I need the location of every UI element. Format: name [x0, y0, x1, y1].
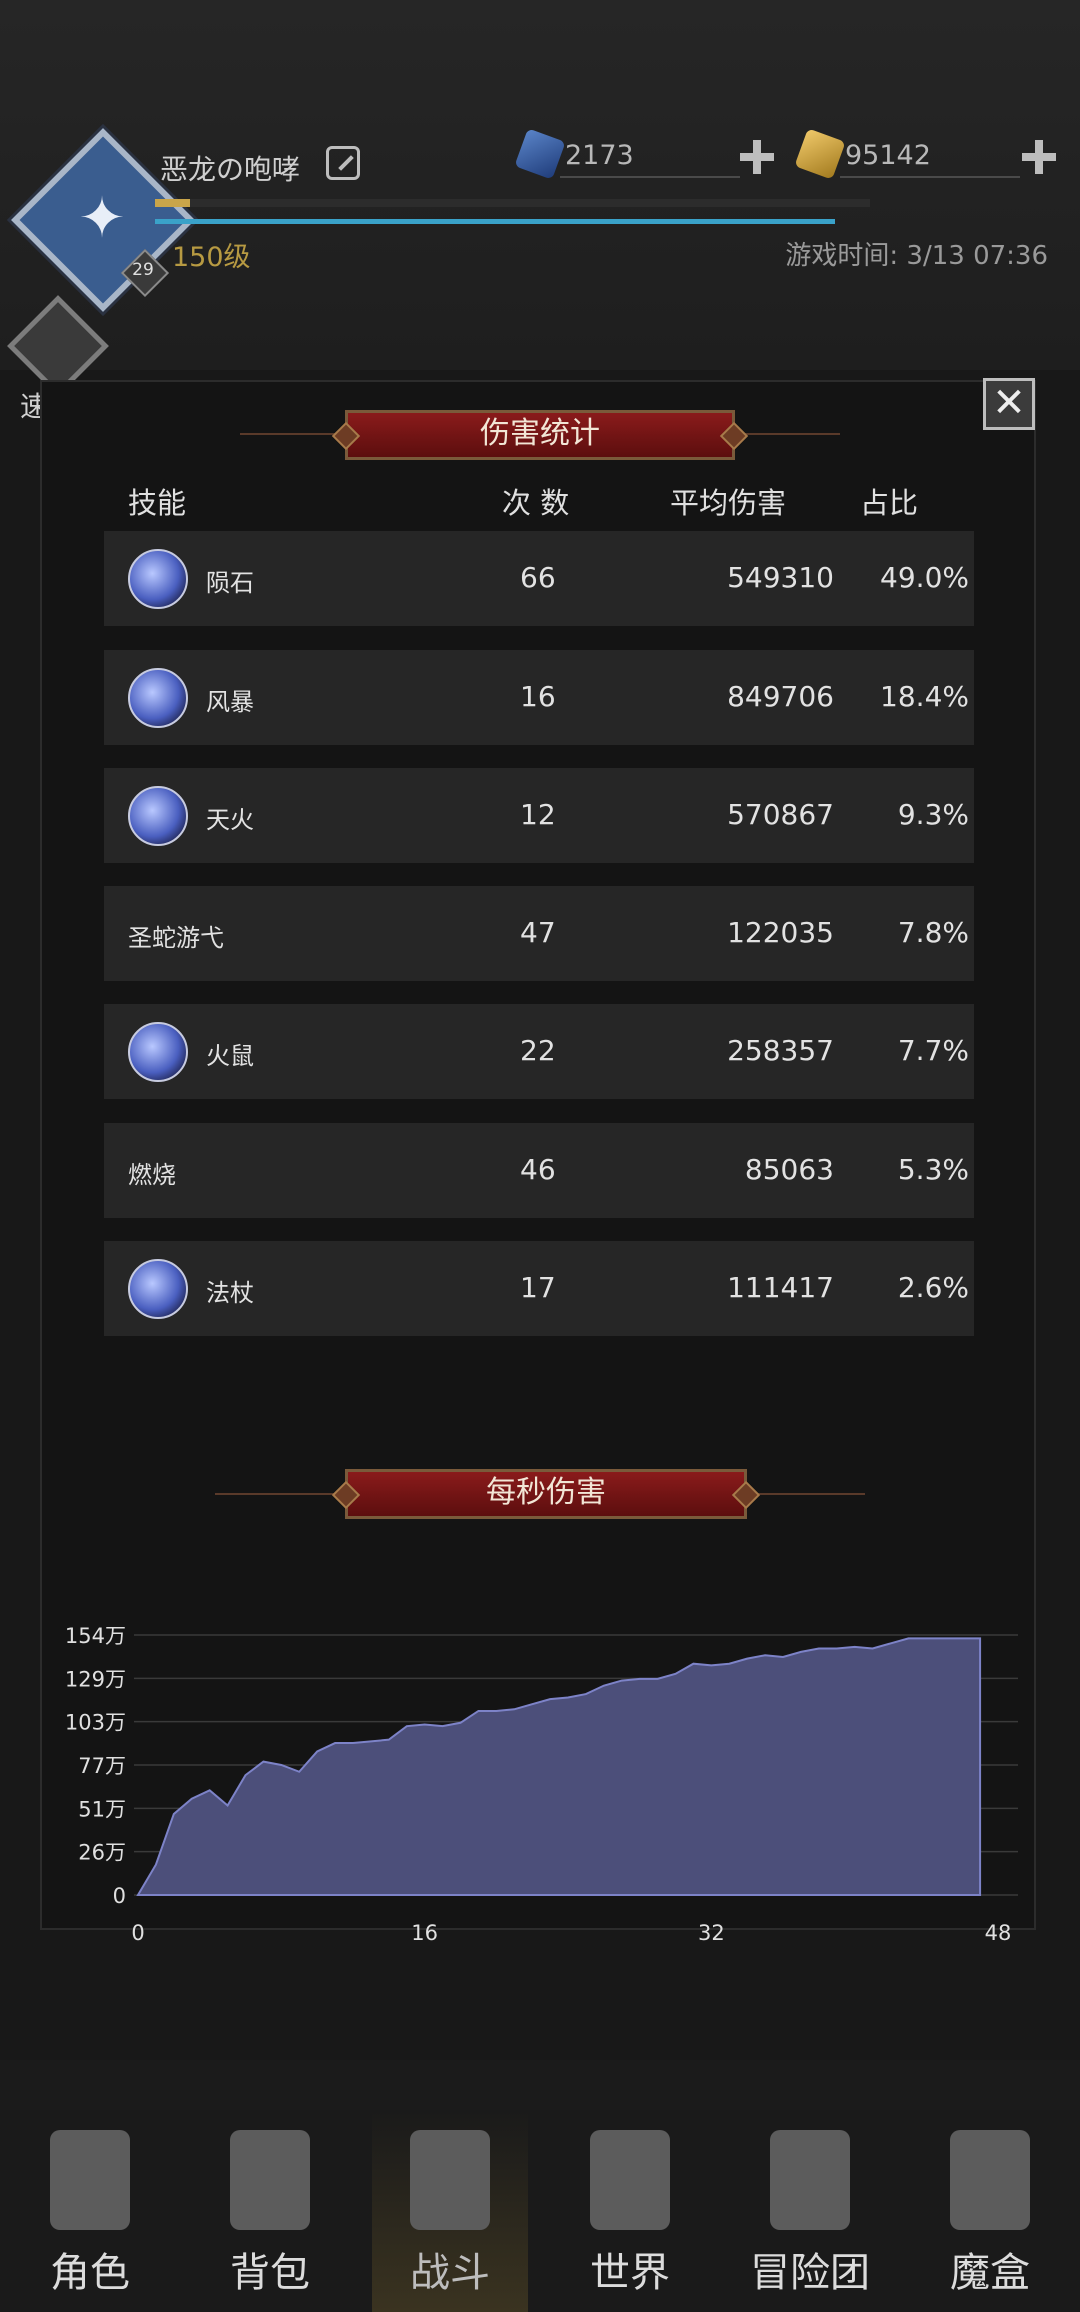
- player-name: 恶龙の咆哮: [160, 153, 301, 186]
- skyfire-icon: [128, 786, 188, 846]
- table-row[interactable]: 风暴 16 849706 18.4%: [104, 650, 974, 745]
- header-average-damage: 平均伤害: [670, 486, 787, 520]
- y-tick-label: 129万: [65, 1667, 126, 1691]
- skill-count: 12: [520, 798, 556, 831]
- skill-count: 17: [520, 1271, 556, 1304]
- skill-count: 22: [520, 1034, 556, 1067]
- skill-name: 天火: [206, 806, 254, 834]
- y-tick-label: 154万: [65, 1624, 126, 1648]
- add-gems-icon[interactable]: [740, 140, 774, 174]
- header-skill: 技能: [128, 486, 187, 520]
- skill-average-damage: 849706: [727, 680, 834, 713]
- skill-count: 66: [520, 561, 556, 594]
- y-tick-label: 103万: [65, 1711, 126, 1735]
- x-tick-label: 32: [698, 1921, 725, 1945]
- table-row[interactable]: 天火 12 570867 9.3%: [104, 768, 974, 863]
- table-row[interactable]: 火鼠 22 258357 7.7%: [104, 1004, 974, 1099]
- close-button[interactable]: ✕: [983, 378, 1035, 430]
- skill-share: 49.0%: [880, 561, 969, 594]
- nav-label: 冒险团: [750, 2250, 870, 2296]
- exp-bar-fill: [155, 199, 190, 207]
- dragon-emblem-icon: ✦: [78, 185, 126, 251]
- add-gold-icon[interactable]: [1022, 140, 1056, 174]
- y-tick-label: 0: [113, 1884, 126, 1908]
- gold-count: 95142: [845, 140, 931, 171]
- skill-average-damage: 122035: [727, 916, 834, 949]
- y-tick-label: 77万: [78, 1754, 126, 1778]
- skill-name: 陨石: [206, 569, 254, 597]
- skill-name: 火鼠: [206, 1042, 254, 1070]
- nav-label: 魔盒: [950, 2250, 1030, 2296]
- nav-item-magic-box[interactable]: 魔盒: [900, 2110, 1080, 2312]
- table-row[interactable]: 燃烧 46 85063 5.3%: [104, 1123, 974, 1218]
- skill-count: 46: [520, 1153, 556, 1186]
- skill-name: 燃烧: [128, 1161, 176, 1189]
- game-time: 游戏时间: 3/13 07:36: [785, 241, 1048, 271]
- nav-label: 战斗: [410, 2250, 490, 2296]
- meteor-icon: [128, 549, 188, 609]
- firerat-icon: [128, 1022, 188, 1082]
- skill-count: 16: [520, 680, 556, 713]
- nav-item-adventure-guild[interactable]: 冒险团: [720, 2110, 900, 2312]
- secondary-bar-fill: [155, 219, 835, 224]
- sword-shield-icon: [410, 2130, 490, 2230]
- skill-share: 7.8%: [897, 916, 969, 949]
- skill-average-damage: 549310: [727, 561, 834, 594]
- helmet-icon: [50, 2130, 130, 2230]
- table-row[interactable]: 陨石 66 549310 49.0%: [104, 531, 974, 626]
- dps-title: 每秒伤害: [345, 1469, 747, 1519]
- table-row[interactable]: 法杖 17 111417 2.6%: [104, 1241, 974, 1336]
- skill-name: 法杖: [206, 1279, 254, 1307]
- exp-bar-track: [155, 199, 870, 207]
- y-tick-label: 51万: [78, 1797, 126, 1821]
- skill-name: 风暴: [206, 688, 254, 716]
- skill-share: 5.3%: [897, 1153, 969, 1186]
- skill-average-damage: 570867: [727, 798, 834, 831]
- x-tick-label: 16: [411, 1921, 438, 1945]
- player-level: 150级: [172, 242, 251, 273]
- dps-chart: 0 26万 51万 77万 103万 129万 154万 0 16 32 48: [65, 1624, 1018, 1945]
- nav-label: 角色: [50, 2250, 130, 2296]
- nav-label: 世界: [590, 2250, 670, 2296]
- nav-label: 背包: [230, 2250, 310, 2296]
- gold-underline: [840, 176, 1020, 178]
- skill-share: 9.3%: [897, 798, 969, 831]
- skill-average-damage: 258357: [727, 1034, 834, 1067]
- dps-area: [136, 1637, 982, 1896]
- skill-share: 7.7%: [897, 1034, 969, 1067]
- storm-icon: [128, 668, 188, 728]
- skill-share: 18.4%: [880, 680, 969, 713]
- nav-item-battle[interactable]: 战斗: [360, 2110, 540, 2312]
- cube-icon: [950, 2130, 1030, 2230]
- backpack-icon: [230, 2130, 310, 2230]
- gem-count: 2173: [565, 140, 634, 171]
- skill-count: 47: [520, 916, 556, 949]
- map-scroll-icon: [590, 2130, 670, 2230]
- skill-average-damage: 85063: [744, 1153, 834, 1186]
- damage-stats-title: 伤害统计: [345, 410, 735, 460]
- edit-name-icon[interactable]: [326, 146, 360, 180]
- skill-name: 圣蛇游弋: [128, 924, 224, 952]
- header-share: 占比: [860, 486, 919, 520]
- table-row[interactable]: 圣蛇游弋 47 122035 7.8%: [104, 886, 974, 981]
- level-badge-number: 29: [132, 260, 154, 280]
- x-tick-label: 48: [985, 1921, 1012, 1945]
- skill-share: 2.6%: [897, 1271, 969, 1304]
- gem-underline: [560, 176, 740, 178]
- nav-item-character[interactable]: 角色: [0, 2110, 180, 2312]
- x-tick-label: 0: [131, 1921, 144, 1945]
- staff-icon: [128, 1259, 188, 1319]
- nav-item-backpack[interactable]: 背包: [180, 2110, 360, 2312]
- header-count: 次 数: [502, 486, 570, 520]
- skill-average-damage: 111417: [727, 1271, 834, 1304]
- y-tick-label: 26万: [78, 1841, 126, 1865]
- nav-item-world[interactable]: 世界: [540, 2110, 720, 2312]
- castle-icon: [770, 2130, 850, 2230]
